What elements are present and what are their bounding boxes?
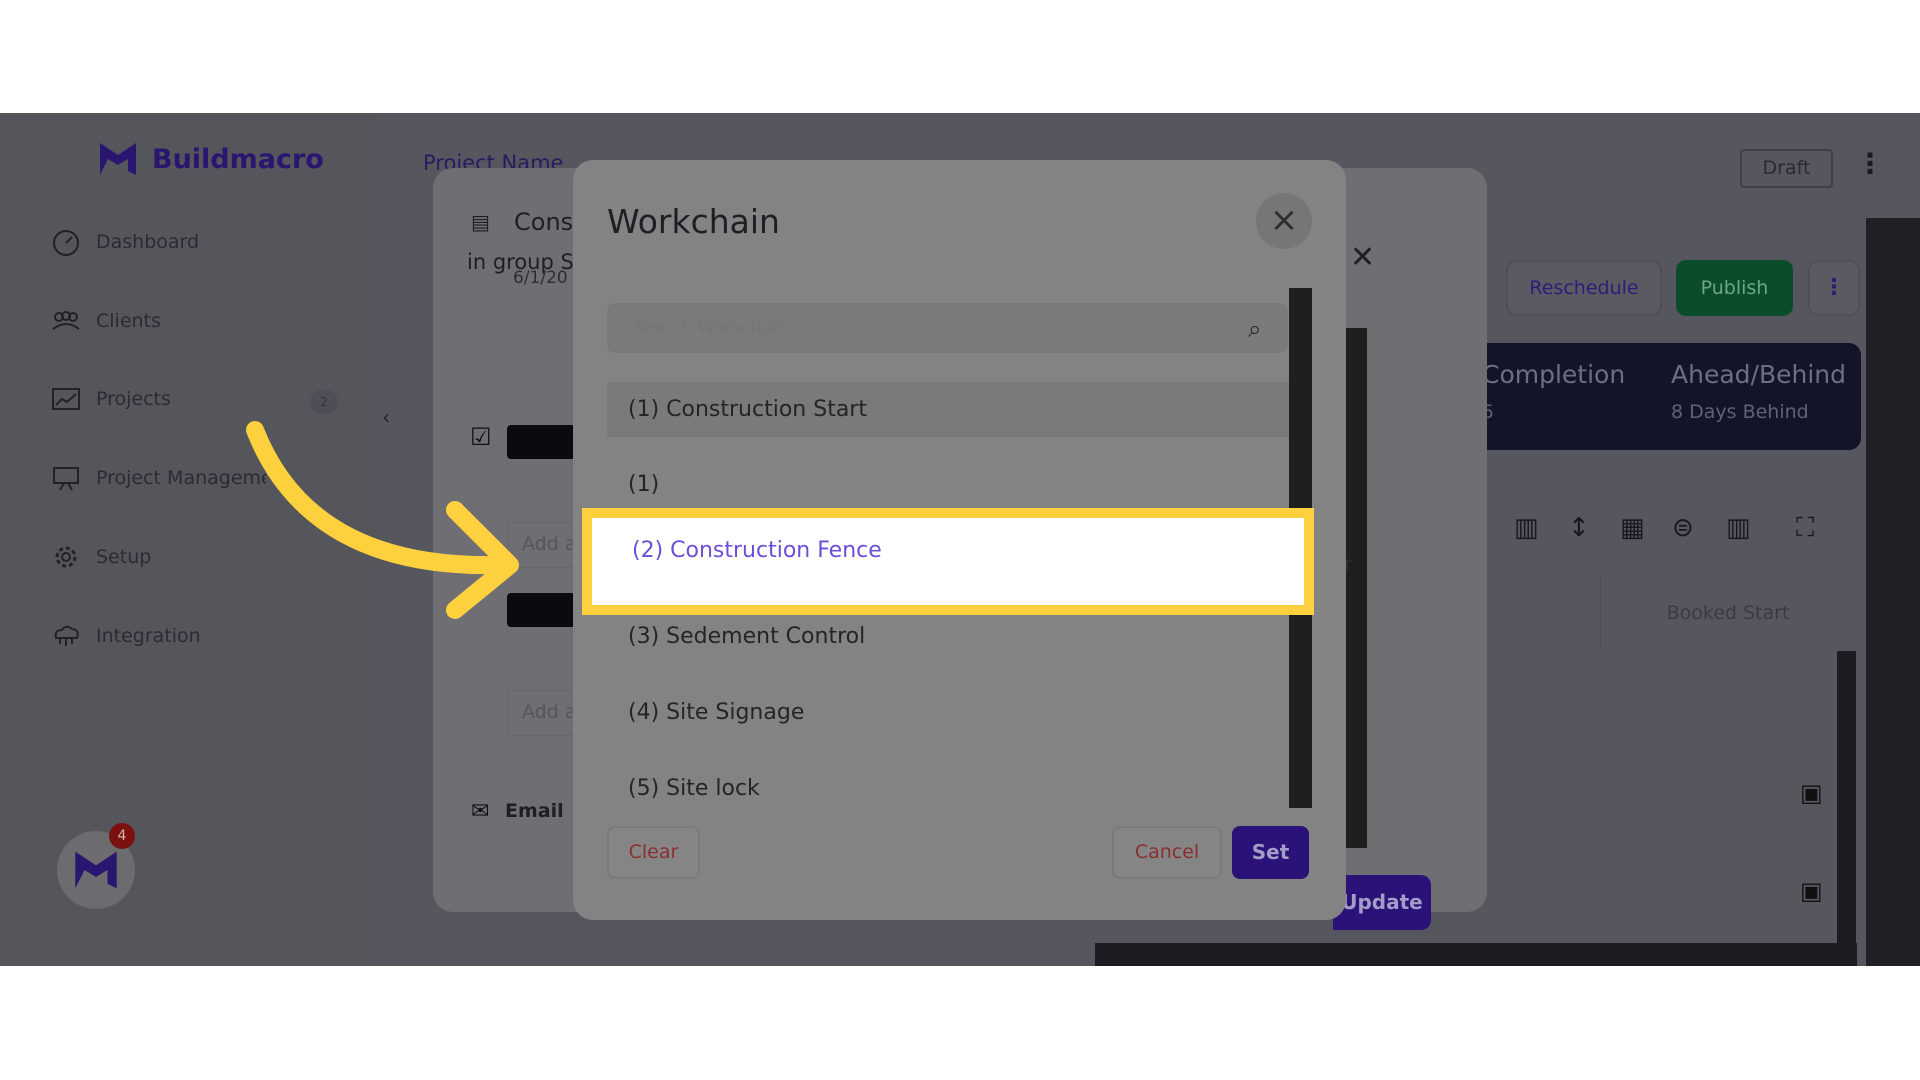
ahead-behind-value: 8 Days Behind: [1671, 401, 1809, 423]
users-icon: [52, 311, 80, 330]
page-scrollbar[interactable]: [1866, 218, 1920, 966]
card-icon: ▤: [471, 210, 490, 234]
sidebar-item-label: Clients: [96, 310, 161, 332]
column-header-booked-start[interactable]: Booked Start: [1600, 578, 1855, 648]
toolbar-more-icon[interactable]: ⋮: [1808, 260, 1860, 316]
email-label: Email: [505, 800, 564, 822]
buildmacro-logo-icon: [100, 143, 136, 175]
sidebar-item-clients[interactable]: Clients: [50, 307, 161, 335]
sidebar-item-label: Setup: [96, 546, 152, 568]
sidebar-item-setup[interactable]: Setup: [50, 543, 151, 571]
brand-name: Buildmacro: [152, 143, 324, 175]
reschedule-button[interactable]: Reschedule: [1506, 260, 1662, 316]
search-workchain-input[interactable]: [607, 303, 1288, 353]
filter-icon[interactable]: ⊜: [1672, 513, 1694, 543]
task-date: 6/1/20: [513, 268, 568, 288]
completion-label: Completion: [1482, 360, 1626, 389]
notification-badge: 4: [109, 823, 135, 849]
calendar-icon[interactable]: ▣: [1800, 779, 1823, 807]
table-vertical-scrollbar[interactable]: [1837, 651, 1856, 943]
list-item[interactable]: (1) Construction Start: [607, 382, 1289, 437]
brand-logo[interactable]: Buildmacro: [98, 141, 324, 177]
selected-item-label: (2) Construction Fence: [632, 538, 882, 563]
selected-list-item-highlight[interactable]: (2) Construction Fence: [582, 508, 1314, 615]
cloud-network-icon: [54, 625, 79, 646]
sidebar-item-projects[interactable]: Projects: [50, 385, 171, 413]
close-icon[interactable]: ✕: [1350, 240, 1375, 275]
list-item[interactable]: (3) Sedement Control: [607, 609, 1289, 664]
search-icon: ⌕: [1248, 315, 1262, 343]
set-button[interactable]: Set: [1232, 826, 1309, 879]
calendar-icon[interactable]: ▣: [1800, 877, 1823, 905]
gear-icon: [55, 546, 77, 568]
buildmacro-logo-icon: [75, 851, 117, 889]
clear-button[interactable]: Clear: [607, 826, 700, 879]
close-icon[interactable]: ×: [1256, 193, 1312, 249]
task-title: Cons: [514, 208, 574, 236]
sidebar-item-label: Integration: [96, 625, 201, 647]
ahead-behind-label: Ahead/Behind: [1671, 360, 1846, 389]
list-item[interactable]: (5) Site lock: [607, 761, 1289, 816]
modal-scrollbar[interactable]: [1346, 328, 1367, 848]
pointer-arrow-icon: [246, 421, 519, 619]
list-item[interactable]: (1): [607, 457, 1289, 512]
cancel-button[interactable]: Cancel: [1112, 826, 1222, 879]
publish-button[interactable]: Publish: [1676, 260, 1793, 316]
fullscreen-icon[interactable]: ⛶: [1796, 513, 1814, 544]
sidebar-item-integration[interactable]: Integration: [50, 622, 201, 650]
chart-icon[interactable]: ▥: [1514, 513, 1539, 543]
status-draft-button[interactable]: Draft: [1740, 149, 1833, 188]
more-options-icon[interactable]: ⋮: [1856, 147, 1884, 180]
sidebar-item-label: Dashboard: [96, 231, 200, 253]
email-icon: ✉: [471, 799, 490, 824]
gauge-icon: [53, 230, 79, 256]
table-horizontal-scrollbar[interactable]: [1095, 943, 1857, 966]
columns-icon[interactable]: ▥: [1726, 513, 1751, 543]
expand-rows-icon[interactable]: ↕: [1568, 513, 1590, 543]
calendar-icon[interactable]: ▦: [1620, 513, 1645, 543]
help-launcher-button[interactable]: 4: [57, 823, 135, 909]
chart-line-icon: [52, 388, 80, 410]
list-item[interactable]: (4) Site Signage: [607, 685, 1289, 740]
modal-title: Workchain: [607, 202, 780, 241]
presentation-board-icon: [53, 467, 79, 491]
add-item-input[interactable]: Add a: [507, 690, 577, 736]
sidebar-item-dashboard[interactable]: Dashboard: [50, 228, 199, 256]
sidebar-item-label: Projects: [96, 388, 171, 410]
update-button[interactable]: Update: [1333, 875, 1431, 930]
